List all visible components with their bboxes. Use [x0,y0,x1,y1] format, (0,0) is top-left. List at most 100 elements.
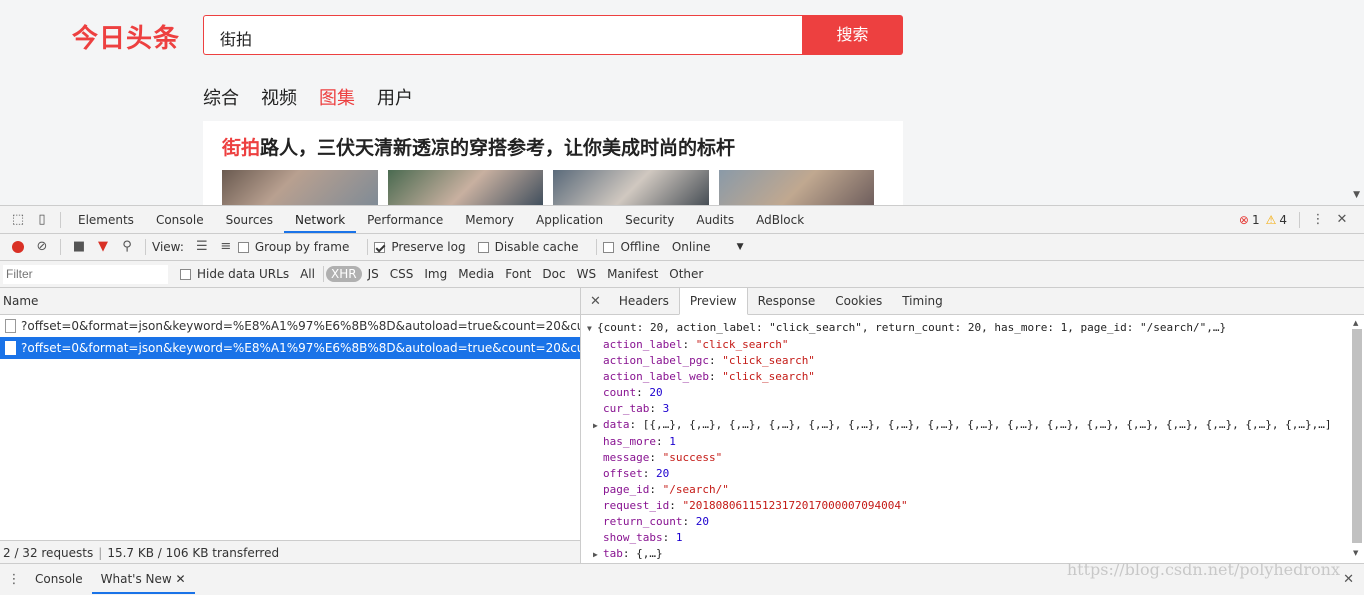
warning-count[interactable]: 4 [1279,213,1287,227]
drawer-tab-console[interactable]: Console [26,565,92,594]
panel-performance[interactable]: Performance [356,206,454,233]
site-logo[interactable]: 今日头条 [72,18,180,55]
json-root[interactable]: ▼ {count: 20, action_label: "click_search… [587,320,1364,337]
device-toolbar-icon[interactable]: ▯ [34,212,50,228]
scroll-down-icon[interactable]: ▼ [1353,549,1358,557]
filter-bar: Hide data URLs All XHR JS CSS Img Media … [0,261,1364,288]
tab-headers[interactable]: Headers [609,288,679,315]
request-detail: ✕ Headers Preview Response Cookies Timin… [581,287,1364,563]
drawer-menu-icon[interactable]: ⋮ [6,572,22,588]
json-value: "click_search" [722,370,815,383]
request-row-selected[interactable]: ?offset=0&format=json&keyword=%E8%A1%97%… [0,337,580,359]
search-icon[interactable]: ⚲ [119,239,135,255]
checkbox[interactable] [477,241,489,253]
expand-triangle-icon[interactable]: ▶ [593,547,603,563]
filter-type-css[interactable]: CSS [385,266,419,282]
checkbox[interactable] [237,241,249,253]
throttling-select[interactable]: Online ▼ [672,240,744,254]
checkbox-checked[interactable] [374,241,386,253]
filter-type-ws[interactable]: WS [572,266,601,282]
collapse-triangle-icon[interactable]: ▼ [587,321,597,337]
close-drawer-icon[interactable]: ✕ [1343,572,1354,587]
filter-type-doc[interactable]: Doc [537,266,570,282]
panel-application[interactable]: Application [525,206,614,233]
filter-type-font[interactable]: Font [500,266,536,282]
offline-checkbox[interactable]: Offline [603,240,660,254]
scrollbar-thumb[interactable] [1352,329,1362,543]
json-key: count [603,386,637,399]
result-card[interactable]: 街拍路人，三伏天清新透凉的穿搭参考，让你美成时尚的标杆 [203,121,903,205]
panel-sources[interactable]: Sources [215,206,284,233]
tab-response[interactable]: Response [748,288,826,315]
tab-comprehensive[interactable]: 综合 [203,84,239,110]
filter-input[interactable] [3,264,168,284]
hide-data-urls-checkbox[interactable]: Hide data URLs [180,267,289,281]
filter-type-media[interactable]: Media [453,266,499,282]
warning-icon[interactable]: ⚠ [1266,213,1277,227]
preserve-log-checkbox[interactable]: Preserve log [374,240,466,254]
tab-gallery[interactable]: 图集 [319,84,355,110]
close-icon[interactable]: ✕ [1334,212,1350,228]
tab-timing[interactable]: Timing [892,288,953,315]
thumbnail-image[interactable] [387,170,543,205]
thumbnail-image[interactable] [222,170,378,205]
search-button[interactable]: 搜索 [802,15,903,55]
network-main: Name ?offset=0&format=json&keyword=%E8%A… [0,287,1364,564]
checkbox[interactable] [603,241,615,253]
scroll-down-icon[interactable]: ▼ [1353,190,1360,200]
result-title[interactable]: 街拍路人，三伏天清新透凉的穿搭参考，让你美成时尚的标杆 [222,133,884,160]
chevron-down-icon[interactable]: ▼ [737,242,744,252]
search-input[interactable]: 街拍 [203,15,803,55]
panel-console[interactable]: Console [145,206,215,233]
preserve-log-label: Preserve log [391,240,466,254]
view-label: View: [152,240,184,254]
inspect-element-icon[interactable]: ⬚ [10,212,26,228]
panel-elements[interactable]: Elements [67,206,145,233]
filter-type-manifest[interactable]: Manifest [602,266,663,282]
error-count[interactable]: 1 [1252,213,1260,227]
request-name: ?offset=0&format=json&keyword=%E8%A1%97%… [21,341,580,355]
panel-audits[interactable]: Audits [685,206,745,233]
scroll-up-icon[interactable]: ▲ [1353,319,1358,327]
group-by-frame-checkbox[interactable]: Group by frame [237,240,349,254]
tab-preview[interactable]: Preview [678,287,748,315]
panel-adblock[interactable]: AdBlock [745,206,815,233]
json-value: "click_search" [695,338,789,351]
filter-icon[interactable]: ▼ [95,239,111,255]
json-key: action_label_pgc [603,354,709,367]
capture-screenshots-icon[interactable]: ■ [71,239,87,255]
disable-cache-checkbox[interactable]: Disable cache [477,240,578,254]
checkbox[interactable] [180,268,191,280]
divider [60,239,61,255]
filter-type-xhr[interactable]: XHR [325,266,362,282]
thumbnail-image[interactable] [553,170,709,205]
filter-type-other[interactable]: Other [664,266,708,282]
filter-type-js[interactable]: JS [363,266,384,282]
more-options-icon[interactable]: ⋮ [1310,212,1326,228]
drawer-tab-whats-new[interactable]: What's New ✕ [91,565,195,594]
tab-video[interactable]: 视频 [261,84,297,110]
filter-type-img[interactable]: Img [419,266,452,282]
thumbnail-image[interactable] [718,170,874,205]
vertical-scrollbar[interactable]: ▲ ▼ [1352,319,1362,557]
json-field-has-more: has_more: 1 [603,435,676,448]
json-preview: ▼ {count: 20, action_label: "click_search… [581,315,1364,563]
json-field-data[interactable]: ▶ data: [{,…}, {,…}, {,…}, {,…}, {,…}, {,… [587,417,1364,434]
large-rows-icon[interactable]: ☰ [194,239,210,255]
tab-cookies[interactable]: Cookies [825,288,892,315]
request-row[interactable]: ?offset=0&format=json&keyword=%E8%A1%97%… [0,315,580,337]
filter-type-all[interactable]: All [295,266,320,282]
name-column-header[interactable]: Name [0,288,580,315]
json-key: has_more [603,435,656,448]
panel-security[interactable]: Security [614,206,685,233]
clear-icon[interactable]: ⊘ [34,239,50,255]
tab-users[interactable]: 用户 [377,84,413,110]
close-icon[interactable]: ✕ [581,294,609,309]
panel-memory[interactable]: Memory [454,206,525,233]
close-icon[interactable]: ✕ [176,572,186,586]
expand-triangle-icon[interactable]: ▶ [593,418,603,434]
record-icon[interactable] [12,241,24,253]
waterfall-icon[interactable]: ≡ [218,239,234,255]
panel-network[interactable]: Network [284,206,357,233]
error-icon[interactable]: ⊗ [1239,213,1249,227]
